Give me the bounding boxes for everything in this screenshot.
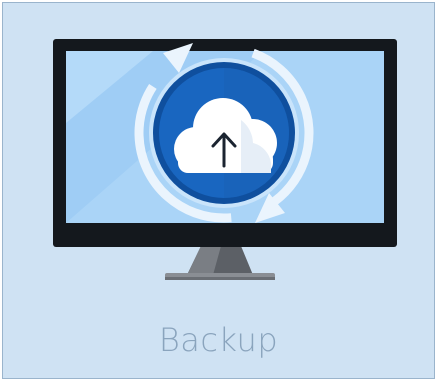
monitor-stand [165, 246, 275, 280]
tile-label: Backup [158, 321, 279, 359]
backup-tile[interactable]: Backup [2, 2, 435, 379]
monitor-cloud-upload-icon [53, 39, 397, 280]
